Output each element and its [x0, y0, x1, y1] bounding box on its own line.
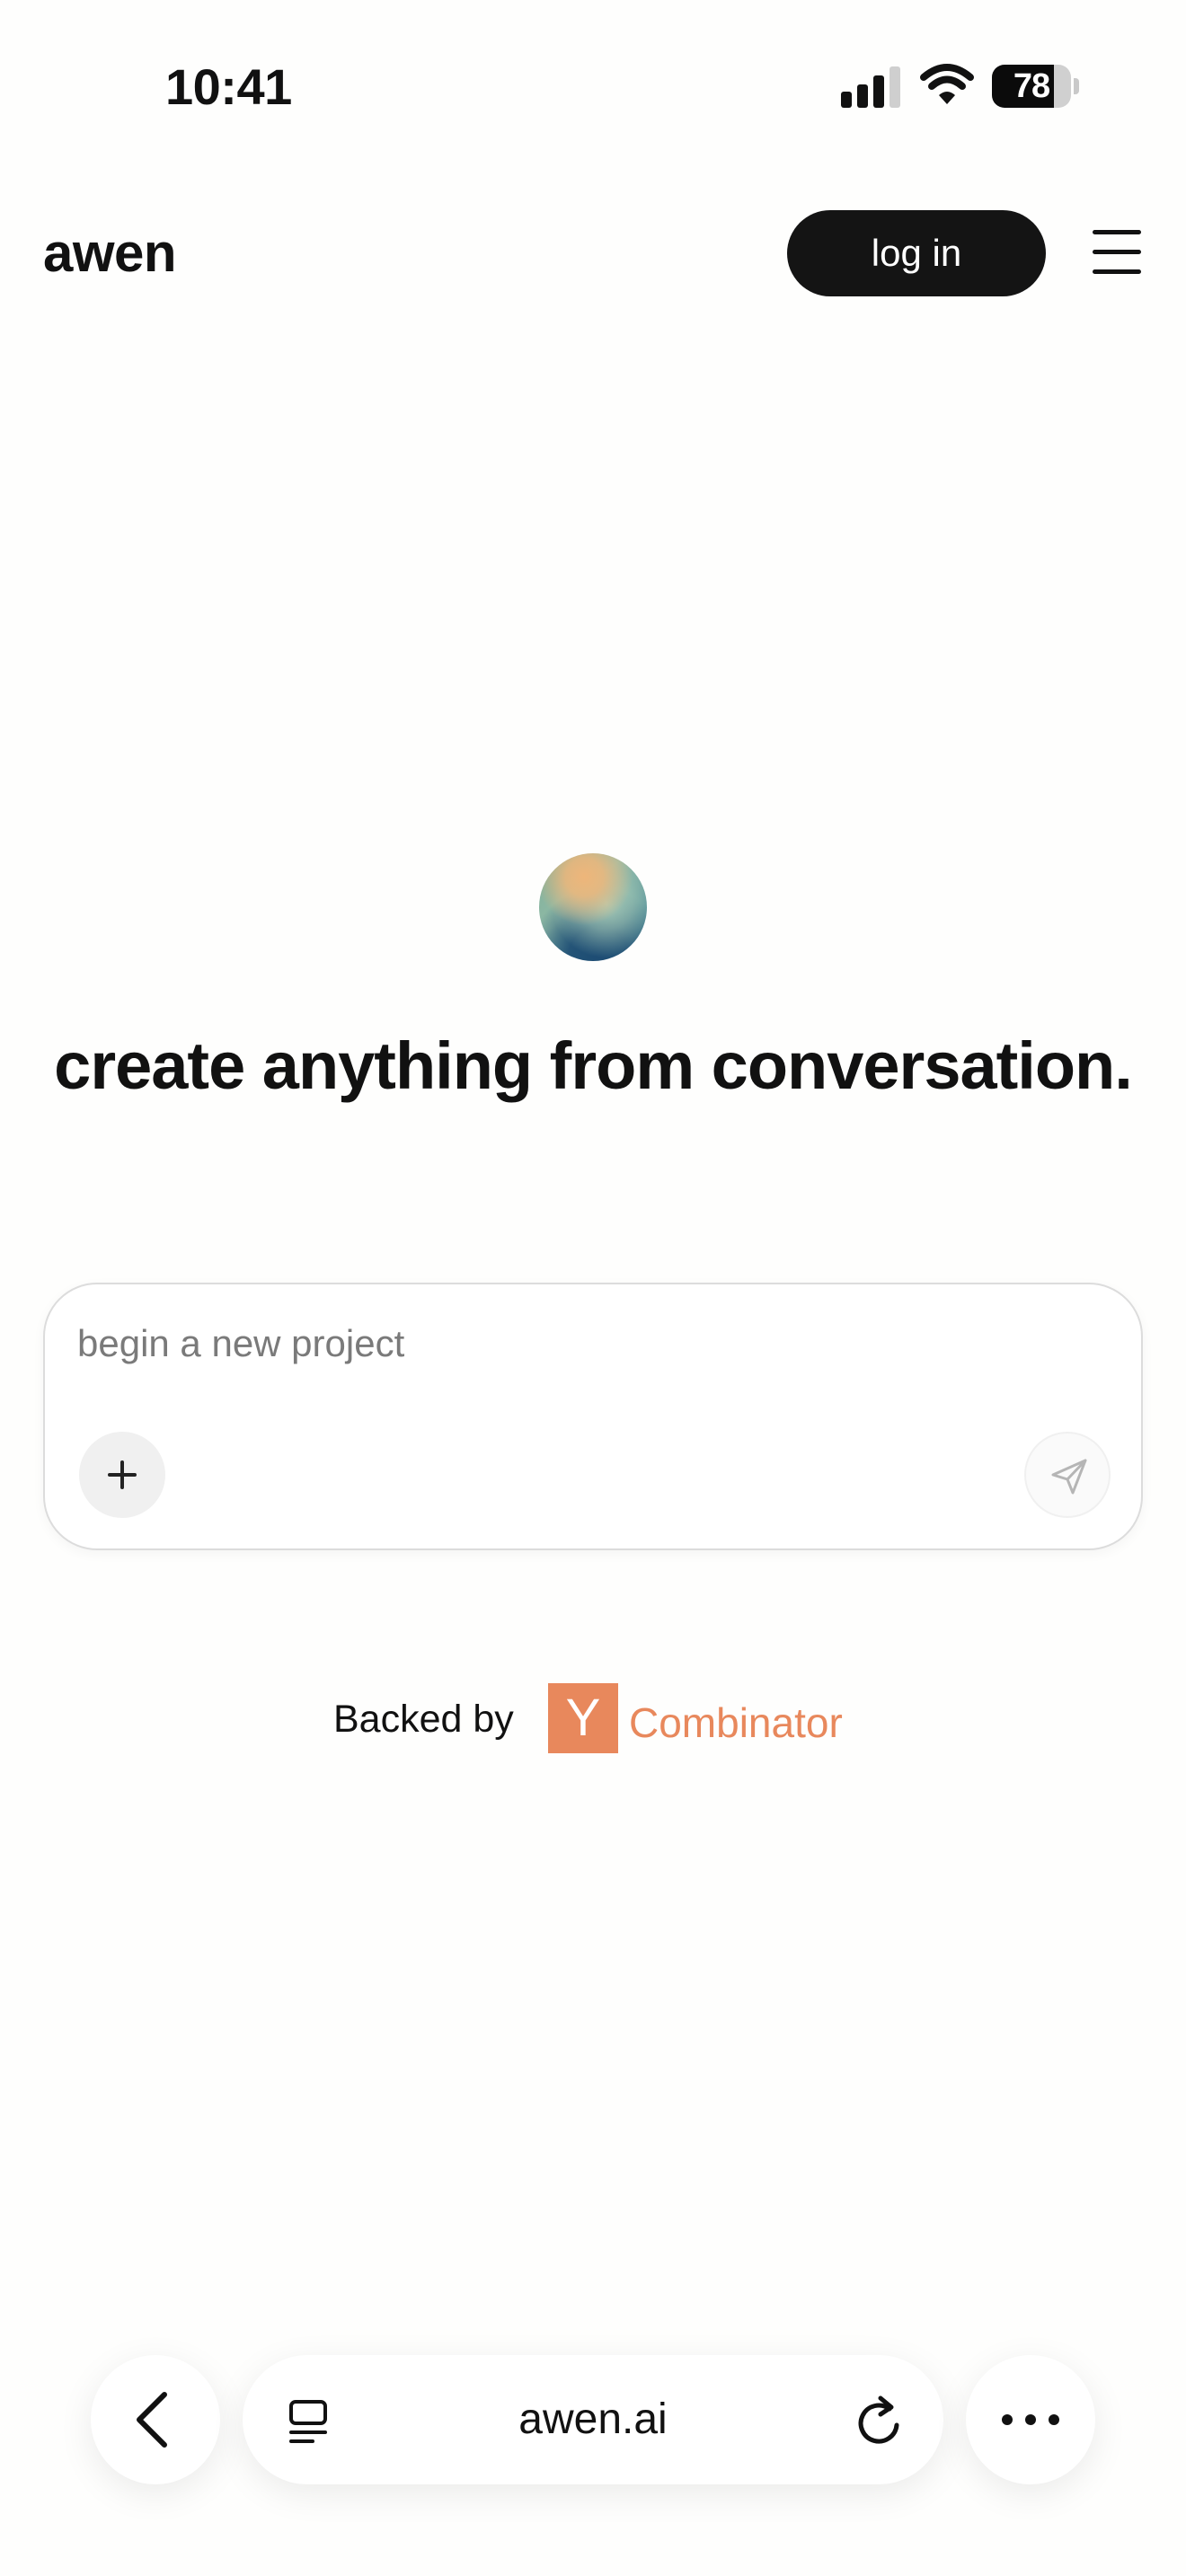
cellular-signal-icon: [841, 65, 902, 108]
gradient-orb-icon: [539, 853, 647, 961]
project-prompt-input[interactable]: [77, 1317, 976, 1371]
battery-level: 78: [1013, 67, 1050, 105]
chevron-left-icon: [137, 2392, 167, 2448]
status-time: 10:41: [165, 58, 292, 115]
url-text[interactable]: awen.ai: [243, 2355, 943, 2484]
hero-tagline: create anything from conversation.: [54, 1028, 1133, 1103]
battery-icon: 78: [992, 65, 1079, 108]
brand-logo[interactable]: awen: [43, 221, 177, 286]
ellipsis-icon: [1002, 2414, 1059, 2425]
send-button[interactable]: [1024, 1432, 1111, 1518]
address-bar[interactable]: awen.ai: [243, 2355, 943, 2484]
reload-icon[interactable]: [854, 2393, 904, 2447]
project-composer: [43, 1283, 1143, 1550]
hamburger-menu-icon[interactable]: [1089, 226, 1143, 277]
paper-plane-icon: [1051, 1459, 1087, 1495]
login-button[interactable]: log in: [787, 210, 1046, 296]
y-combinator-logo: Y: [548, 1683, 618, 1753]
wifi-icon: [920, 63, 974, 108]
y-combinator-wordmark: Combinator: [629, 1699, 843, 1746]
more-button[interactable]: [966, 2355, 1095, 2484]
page: 10:41 78 awen log in create anything fro…: [0, 0, 1186, 2576]
attach-button[interactable]: [79, 1432, 165, 1518]
backed-by-label: Backed by: [333, 1698, 514, 1741]
back-button[interactable]: [91, 2355, 220, 2484]
